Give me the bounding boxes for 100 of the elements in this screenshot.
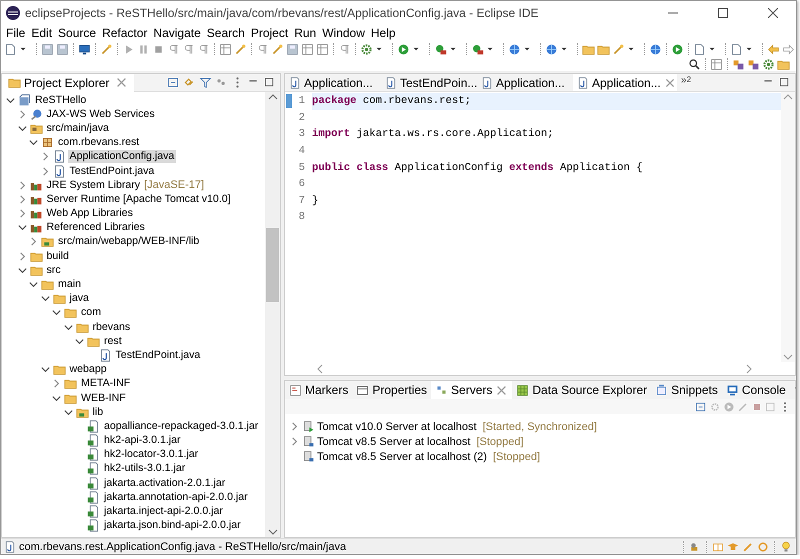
- graduation-cap-icon[interactable]: [727, 540, 739, 552]
- menu-item[interactable]: Refactor: [99, 26, 150, 40]
- tree-item[interactable]: src/main/webapp/WEB-INF/lib: [56, 235, 202, 248]
- tree-item-decoration: [JavaSE-17]: [144, 179, 204, 192]
- tree-item[interactable]: jakarta.inject-api-2.0.0.jar: [102, 505, 225, 518]
- caret-up-icon[interactable]: [266, 92, 278, 102]
- tree-item[interactable]: META-INF: [79, 377, 132, 390]
- book-icon[interactable]: [712, 540, 724, 552]
- tree-item[interactable]: hk2-utils-3.0.1.jar: [102, 462, 188, 476]
- perspective-icon[interactable]: [747, 58, 760, 70]
- tree-item[interactable]: main: [56, 278, 83, 292]
- editor-tab[interactable]: Application...: [477, 74, 573, 91]
- tree-item[interactable]: Server Runtime [Apache Tomcat v10.0]: [44, 192, 233, 206]
- globe-icon[interactable]: [649, 42, 662, 56]
- gear-icon[interactable]: [360, 42, 373, 56]
- tree-item[interactable]: build: [44, 250, 71, 263]
- filter-icon[interactable]: [199, 76, 212, 89]
- editor-tab[interactable]: Application...: [573, 74, 677, 91]
- view-tab[interactable]: Console: [722, 381, 790, 399]
- tree-item[interactable]: aopalliance-repackaged-3.0.1.jar: [102, 420, 260, 433]
- pencil-icon[interactable]: [742, 540, 754, 552]
- arrow-right-icon[interactable]: [782, 42, 795, 56]
- tree-item[interactable]: WEB-INF: [79, 392, 128, 405]
- caret-left-icon[interactable]: [315, 362, 325, 374]
- pilcrow-icon[interactable]: [256, 42, 269, 56]
- pilcrow-icon[interactable]: [338, 42, 351, 56]
- maximize-icon[interactable]: [778, 76, 791, 89]
- menu-item[interactable]: Window: [319, 26, 368, 40]
- view-tab[interactable]: Data Source Explorer: [512, 381, 652, 399]
- lightbulb-icon[interactable]: [780, 540, 792, 552]
- perspective-icon[interactable]: [732, 58, 745, 70]
- tree-item[interactable]: hk2-locator-3.0.1.jar: [102, 448, 200, 462]
- editor-tab[interactable]: Application...: [285, 74, 381, 91]
- tree-item[interactable]: TestEndPoint.java: [114, 348, 202, 362]
- menu-item[interactable]: Source: [55, 26, 100, 40]
- tree-item[interactable]: com: [79, 306, 104, 320]
- close-icon[interactable]: [664, 76, 676, 88]
- tree-item[interactable]: JRE System Library: [44, 178, 142, 192]
- java-file-icon: [577, 76, 589, 88]
- pilcrow-icon[interactable]: [182, 42, 195, 56]
- tree-item[interactable]: jakarta.json.bind-api-2.0.0.jar: [102, 519, 243, 532]
- menu-item[interactable]: File: [3, 26, 28, 40]
- view-tab[interactable]: Markers: [285, 381, 352, 399]
- tree-item[interactable]: rbevans: [90, 320, 132, 334]
- jar-file-icon: [87, 490, 100, 504]
- tree-item[interactable]: lib: [90, 406, 106, 419]
- vertical-scrollbar[interactable]: [265, 92, 280, 537]
- tree-item[interactable]: src: [44, 264, 63, 277]
- grid-icon[interactable]: [301, 42, 314, 56]
- tree-item[interactable]: TestEndPoint.java: [68, 164, 156, 178]
- view-tab[interactable]: Servers: [431, 381, 512, 399]
- caret-right-icon[interactable]: [744, 362, 754, 374]
- collapse-all-icon[interactable]: [167, 76, 180, 89]
- vertical-scrollbar[interactable]: [781, 92, 795, 362]
- pilcrow-icon[interactable]: [167, 42, 180, 56]
- tree-item[interactable]: webapp: [68, 363, 109, 376]
- gear-icon[interactable]: [762, 58, 775, 70]
- menu-item[interactable]: Search: [204, 26, 248, 40]
- line-number: 5: [298, 162, 305, 174]
- caret-up-icon[interactable]: [782, 92, 794, 102]
- view-tab[interactable]: Project Explorer: [2, 74, 134, 92]
- tree-item[interactable]: JAX-WS Web Services: [44, 108, 157, 121]
- view-tab[interactable]: Properties: [352, 381, 432, 399]
- view-tab[interactable]: Snippets: [651, 381, 722, 399]
- menu-item[interactable]: Help: [368, 26, 399, 40]
- monitor-icon[interactable]: [78, 42, 91, 56]
- tree-item[interactable]: jakarta.activation-2.0.1.jar: [102, 476, 228, 490]
- server-name[interactable]: Tomcat v10.0 Server at localhost: [317, 420, 477, 432]
- collapse-all-icon[interactable]: [695, 400, 707, 412]
- tree-item[interactable]: java: [68, 292, 91, 306]
- grid-icon[interactable]: [316, 42, 329, 56]
- caret-down-icon[interactable]: [266, 527, 278, 537]
- arrow-left-icon[interactable]: [767, 42, 780, 56]
- maximize-icon[interactable]: [263, 76, 276, 89]
- scrollbar-thumb[interactable]: [266, 228, 279, 302]
- grid-icon[interactable]: [219, 42, 232, 56]
- menu-item[interactable]: Navigate: [150, 26, 204, 40]
- menu-item[interactable]: Run: [291, 26, 320, 40]
- tree-item[interactable]: ApplicationConfig.java: [68, 150, 176, 164]
- server-name[interactable]: Tomcat v8.5 Server at localhost (2): [317, 450, 487, 462]
- close-icon[interactable]: [495, 384, 508, 396]
- tree-item[interactable]: Referenced Libraries: [44, 221, 147, 234]
- tree-item[interactable]: hk2-api-3.0.1.jar: [102, 434, 183, 448]
- tree-item[interactable]: src/main/java: [44, 122, 111, 135]
- tree-item[interactable]: Web App Libraries: [44, 207, 135, 220]
- globe-icon[interactable]: [545, 42, 558, 56]
- tree-item[interactable]: rest: [102, 334, 124, 348]
- pilcrow-icon[interactable]: [197, 42, 210, 56]
- globe-icon[interactable]: [508, 42, 521, 56]
- tree-item[interactable]: jakarta.annotation-api-2.0.0.jar: [102, 490, 250, 504]
- search-icon[interactable]: [688, 58, 701, 70]
- close-icon[interactable]: [115, 76, 128, 89]
- menu-item[interactable]: Edit: [28, 26, 56, 40]
- menu-item[interactable]: Project: [248, 26, 292, 40]
- tree-item[interactable]: com.rbevans.rest: [56, 136, 142, 150]
- tree-item[interactable]: ReSTHello: [33, 94, 88, 107]
- editor-tab[interactable]: TestEndPoin...: [381, 74, 477, 91]
- caret-down-icon[interactable]: [782, 352, 794, 362]
- lifebuoy-icon[interactable]: [757, 540, 769, 552]
- server-name[interactable]: Tomcat v8.5 Server at localhost: [317, 436, 470, 448]
